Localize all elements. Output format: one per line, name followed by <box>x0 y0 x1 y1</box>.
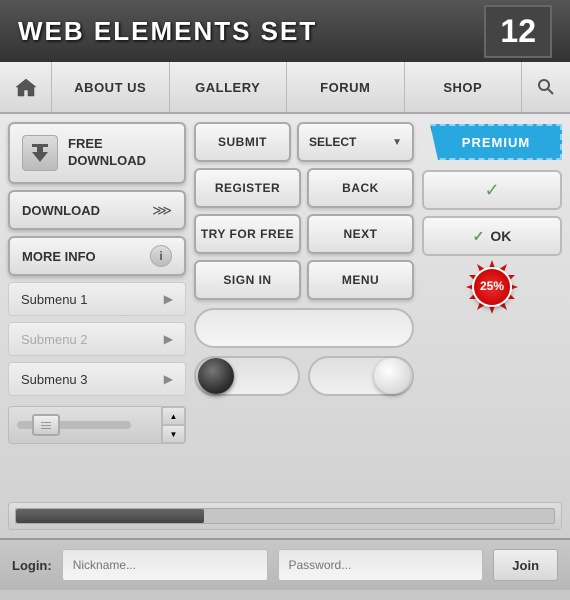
submit-button[interactable]: SUBMIT <box>194 122 291 162</box>
main-content: FREEDOWNLOAD DOWNLOAD ⋙ MORE INFO i Subm… <box>0 114 570 538</box>
btn-row-4: SIGN IN MENU <box>194 260 414 300</box>
try-for-free-button[interactable]: TRY FOR FREE <box>194 214 301 254</box>
select-label: SELECT <box>309 135 356 149</box>
select-button[interactable]: SELECT ▼ <box>297 122 414 162</box>
free-download-label: FREEDOWNLOAD <box>68 136 146 170</box>
home-icon <box>15 77 37 97</box>
ok-button[interactable]: ✓ OK <box>422 216 562 256</box>
btn-row-2: REGISTER BACK <box>194 168 414 208</box>
middle-panel: SUBMIT SELECT ▼ REGISTER BACK TRY FOR FR… <box>194 122 414 498</box>
register-button[interactable]: REGISTER <box>194 168 301 208</box>
more-info-button[interactable]: MORE INFO i <box>8 236 186 276</box>
submenu-label-3: Submenu 3 <box>21 372 88 387</box>
select-arrow-icon: ▼ <box>392 137 402 148</box>
more-info-label: MORE INFO <box>22 249 96 264</box>
nav-forum[interactable]: FORUM <box>287 62 405 112</box>
progress-fill <box>16 509 204 523</box>
submenu-arrow-1: ▶ <box>164 292 173 306</box>
join-button[interactable]: Join <box>493 549 558 581</box>
toggle-row <box>194 354 414 398</box>
download-button[interactable]: DOWNLOAD ⋙ <box>8 190 186 230</box>
check-icon: ✓ <box>484 180 499 201</box>
scroll-up-button[interactable]: ▲ <box>162 407 185 425</box>
back-button[interactable]: BACK <box>307 168 414 208</box>
toggle-light[interactable] <box>308 356 414 396</box>
sign-in-button[interactable]: SIGN IN <box>194 260 301 300</box>
progress-track <box>15 508 555 524</box>
search-icon <box>537 78 555 96</box>
toggle-knob-light <box>374 358 410 394</box>
submenu-item-2[interactable]: Submenu 2 ▶ <box>8 322 186 356</box>
right-panel: PREMIUM ✓ ✓ OK 25% <box>422 122 562 498</box>
next-button[interactable]: NEXT <box>307 214 414 254</box>
nav-home-button[interactable] <box>0 62 52 112</box>
header: WEB ELEMENTS SET 12 <box>0 0 570 62</box>
submenu-label-2: Submenu 2 <box>21 332 88 347</box>
chevron-down-icon: ⋙ <box>152 202 172 219</box>
footer-login-bar: Login: Join <box>0 538 570 590</box>
btn-row-3: TRY FOR FREE NEXT <box>194 214 414 254</box>
navbar: ABOUT US GALLERY FORUM SHOP <box>0 62 570 114</box>
toggle-knob-dark <box>198 358 234 394</box>
progress-bar-area <box>8 502 562 530</box>
header-number: 12 <box>484 5 552 58</box>
btn-row-1: SUBMIT SELECT ▼ <box>194 122 414 162</box>
toggle-dark[interactable] <box>194 356 300 396</box>
premium-label: PREMIUM <box>462 135 530 150</box>
premium-ribbon: PREMIUM <box>430 124 562 160</box>
download-btn-label: DOWNLOAD <box>22 203 100 218</box>
ok-check-icon: ✓ <box>473 228 485 245</box>
checkmark-button[interactable]: ✓ <box>422 170 562 210</box>
info-icon: i <box>150 245 172 267</box>
nickname-input[interactable] <box>62 549 268 581</box>
slider[interactable]: ▲ ▼ <box>8 406 186 444</box>
submenu-label-1: Submenu 1 <box>21 292 88 307</box>
oval-input-field[interactable] <box>194 308 414 348</box>
nav-gallery[interactable]: GALLERY <box>170 62 288 112</box>
nav-shop[interactable]: SHOP <box>405 62 523 112</box>
header-title: WEB ELEMENTS SET <box>18 16 484 47</box>
seal-container: 25% <box>422 262 562 312</box>
nav-about-us[interactable]: ABOUT US <box>52 62 170 112</box>
submenu-arrow-3: ▶ <box>164 372 173 386</box>
password-input[interactable] <box>278 549 484 581</box>
menu-button[interactable]: MENU <box>307 260 414 300</box>
submenu-arrow-2: ▶ <box>164 332 173 346</box>
ok-label: OK <box>490 228 511 244</box>
scroll-down-button[interactable]: ▼ <box>162 425 185 443</box>
seal-percent: 25% <box>480 280 504 293</box>
login-label: Login: <box>12 558 52 573</box>
search-button[interactable] <box>522 62 570 112</box>
content-row-top: FREEDOWNLOAD DOWNLOAD ⋙ MORE INFO i Subm… <box>8 122 562 498</box>
free-download-button[interactable]: FREEDOWNLOAD <box>8 122 186 184</box>
submenu-item-1[interactable]: Submenu 1 ▶ <box>8 282 186 316</box>
download-icon <box>22 135 58 171</box>
download-arrow-icon <box>29 142 51 164</box>
left-panel: FREEDOWNLOAD DOWNLOAD ⋙ MORE INFO i Subm… <box>8 122 186 498</box>
submenu-item-3[interactable]: Submenu 3 ▶ <box>8 362 186 396</box>
